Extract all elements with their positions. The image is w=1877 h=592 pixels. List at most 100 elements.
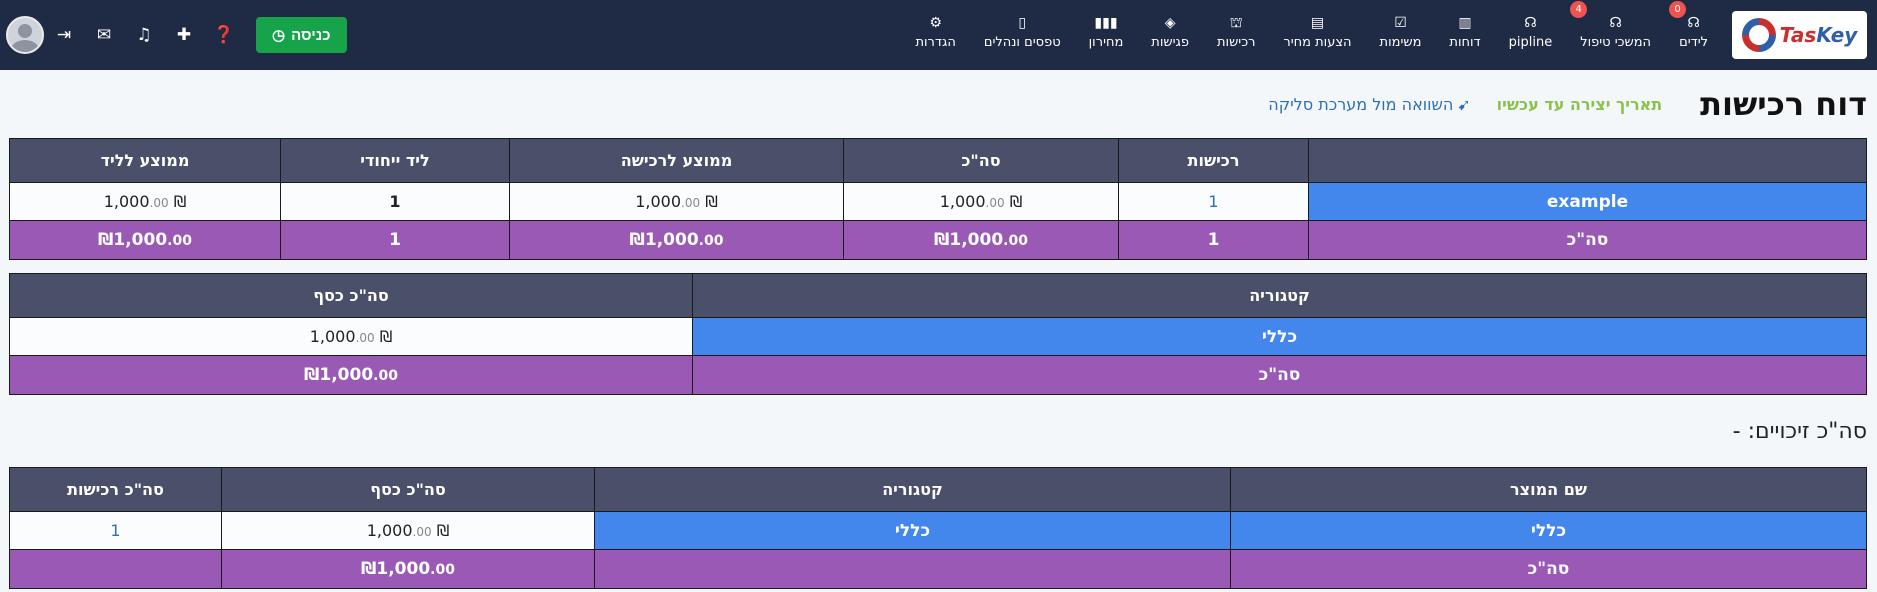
- th-purchases: רכישות: [1118, 138, 1309, 183]
- table-header-row: רכישות סה"כ ממוצע לרכישה ליד ייחודי ממוצ…: [9, 138, 1867, 183]
- total-total: ₪1,000.00: [843, 220, 1119, 260]
- nav-purchases-icon: ⛫: [1229, 15, 1243, 31]
- nav-quotes-label: הצעות מחיר: [1283, 35, 1352, 50]
- nav-purchases-label: רכישות: [1216, 35, 1256, 50]
- compress-icon: ➹: [1457, 94, 1471, 114]
- row-avg-purchase: 1,000.00 ₪: [509, 182, 844, 221]
- total-category-empty: [594, 549, 1231, 589]
- nav-tasks[interactable]: ☑ משימות: [1366, 15, 1436, 50]
- nav-pipeline[interactable]: ☊ pipline: [1495, 15, 1567, 50]
- total-row: סה"כ 1 ₪1,000.00 ₪1,000.00 1 ₪1,000.00: [9, 220, 1867, 260]
- total-label: סה"כ: [692, 355, 1867, 395]
- main-nav: ☊ 0 לידים ☊ 4 המשכי טיפול ☊ pipline ▥ דוחות ☑ משימו…: [901, 0, 1722, 70]
- products-table: שם המוצר קטגוריה סה"כ כסף סה"כ רכישות כל…: [9, 467, 1867, 589]
- th-purchases: סה"כ רכישות: [9, 467, 222, 512]
- total-label: סה"כ: [1308, 220, 1867, 260]
- clock-icon: ◷: [272, 27, 286, 44]
- logo-mark-icon: [1741, 18, 1776, 52]
- row-unique-lead: 1: [280, 182, 510, 221]
- th-avg-purchase: ממוצע לרכישה: [509, 138, 844, 183]
- row-purchases[interactable]: 1: [1118, 182, 1309, 221]
- nav-quotes[interactable]: ▤ הצעות מחיר: [1269, 15, 1365, 50]
- count-badge: 4: [1570, 1, 1588, 18]
- row-category[interactable]: כללי: [594, 511, 1231, 550]
- total-money: ₪1,000.00: [9, 355, 693, 395]
- nav-meetings[interactable]: ◈ פגישות: [1137, 15, 1203, 50]
- compare-link[interactable]: ➹ השוואה מול מערכת סליקה: [1268, 95, 1470, 114]
- checkin-button[interactable]: כניסה ◷: [256, 17, 347, 53]
- nav-leads-icon: ☊: [1687, 15, 1700, 31]
- th-category: קטגוריה: [692, 273, 1867, 318]
- nav-pipeline-icon: ☊: [1524, 15, 1537, 31]
- total-money: ₪1,000.00: [221, 549, 595, 589]
- nav-reports-label: דוחות: [1449, 35, 1481, 50]
- count-badge: 0: [1669, 1, 1687, 18]
- total-unique-lead: 1: [280, 220, 510, 260]
- nav-pricelist-icon: ▮▮▮: [1094, 15, 1118, 31]
- avatar[interactable]: [6, 16, 44, 54]
- row-money: 1,000.00 ₪: [221, 511, 595, 550]
- row-purchases[interactable]: 1: [9, 511, 222, 550]
- date-range-link[interactable]: תאריך יצירה עד עכשיו: [1497, 95, 1662, 114]
- nav-pricelist[interactable]: ▮▮▮ מחירון: [1075, 15, 1138, 50]
- nav-purchases[interactable]: ⛫ רכישות: [1203, 15, 1269, 50]
- nav-forms-icon: ▯: [1018, 15, 1027, 31]
- nav-forms[interactable]: ▯ טפסים ונהלים: [970, 15, 1075, 50]
- table-row: כללי כללי 1,000.00 ₪ 1: [9, 511, 1867, 550]
- nav-settings-icon: ⚙: [929, 15, 942, 31]
- th-total: סה"כ: [843, 138, 1119, 183]
- purchases-summary-table: רכישות סה"כ ממוצע לרכישה ליד ייחודי ממוצ…: [9, 138, 1867, 260]
- th-product: שם המוצר: [1230, 467, 1867, 512]
- row-total: 1,000.00 ₪: [843, 182, 1119, 221]
- page-header: דוח רכישות תאריך יצירה עד עכשיו ➹ השוואה…: [0, 70, 1877, 138]
- logout-icon[interactable]: ⇥: [44, 25, 84, 45]
- total-avg-lead: ₪1,000.00: [9, 220, 281, 260]
- nav-reports[interactable]: ▥ דוחות: [1435, 15, 1494, 50]
- row-money: 1,000.00 ₪: [9, 317, 693, 356]
- credits-total: סה"כ זיכויים: -: [1732, 418, 1867, 444]
- total-purchases: 1: [1118, 220, 1309, 260]
- nav-meetings-icon: ◈: [1164, 15, 1176, 31]
- nav-pipeline-label: pipline: [1508, 35, 1553, 50]
- total-row: סה"כ ₪1,000.00: [9, 355, 1867, 395]
- nav-quotes-icon: ▤: [1310, 15, 1325, 31]
- total-label: סה"כ: [1230, 549, 1867, 589]
- row-name[interactable]: example: [1308, 182, 1867, 221]
- plus-icon[interactable]: ✚: [164, 25, 204, 45]
- chat-icon[interactable]: ✉: [84, 25, 124, 45]
- th-unique-lead: ליד ייחודי: [280, 138, 510, 183]
- row-category[interactable]: כללי: [692, 317, 1867, 356]
- top-tools: ⇥ ✉ ♫ ✚ ❓ כניסה ◷: [0, 0, 347, 70]
- category-table: קטגוריה סה"כ כסף כללי 1,000.00 ₪ סה"כ ₪1…: [9, 273, 1867, 395]
- nav-pricelist-label: מחירון: [1088, 35, 1124, 50]
- row-product[interactable]: כללי: [1230, 511, 1867, 550]
- logo-text: TasKey: [1779, 23, 1858, 47]
- checkin-label: כניסה: [291, 26, 331, 44]
- total-avg-purchase: ₪1,000.00: [509, 220, 844, 260]
- nav-leads-label: לידים: [1679, 35, 1708, 50]
- help-icon[interactable]: ❓: [204, 25, 244, 45]
- nav-tasks-label: משימות: [1379, 35, 1422, 50]
- th-money: סה"כ כסף: [221, 467, 595, 512]
- table-row: כללי 1,000.00 ₪: [9, 317, 1867, 356]
- nav-followups-label: המשכי טיפול: [1580, 35, 1652, 50]
- total-row: סה"כ ₪1,000.00: [9, 549, 1867, 589]
- nav-followups[interactable]: ☊ 4 המשכי טיפול: [1566, 1, 1665, 50]
- nav-reports-icon: ▥: [1458, 15, 1472, 31]
- nav-leads[interactable]: ☊ 0 לידים: [1665, 1, 1722, 50]
- th-name: [1308, 138, 1867, 183]
- total-purchases-empty: [9, 549, 222, 589]
- table-header-row: קטגוריה סה"כ כסף: [9, 273, 1867, 318]
- top-navbar: TasKey ☊ 0 לידים ☊ 4 המשכי טיפול ☊ pipline ▥ דוחו…: [0, 0, 1877, 70]
- taskey-logo[interactable]: TasKey: [1732, 11, 1867, 59]
- bell-icon[interactable]: ♫: [124, 25, 164, 45]
- nav-forms-label: טפסים ונהלים: [983, 35, 1061, 50]
- nav-settings[interactable]: ⚙ הגדרות: [901, 15, 969, 50]
- th-money: סה"כ כסף: [9, 273, 693, 318]
- nav-meetings-label: פגישות: [1151, 35, 1189, 50]
- compare-label: השוואה מול מערכת סליקה: [1268, 94, 1454, 114]
- table-row: example 1 1,000.00 ₪ 1,000.00 ₪ 1 1,000.…: [9, 182, 1867, 221]
- row-avg-lead: 1,000.00 ₪: [9, 182, 281, 221]
- nav-tasks-icon: ☑: [1394, 15, 1407, 31]
- nav-followups-icon: ☊: [1609, 15, 1622, 31]
